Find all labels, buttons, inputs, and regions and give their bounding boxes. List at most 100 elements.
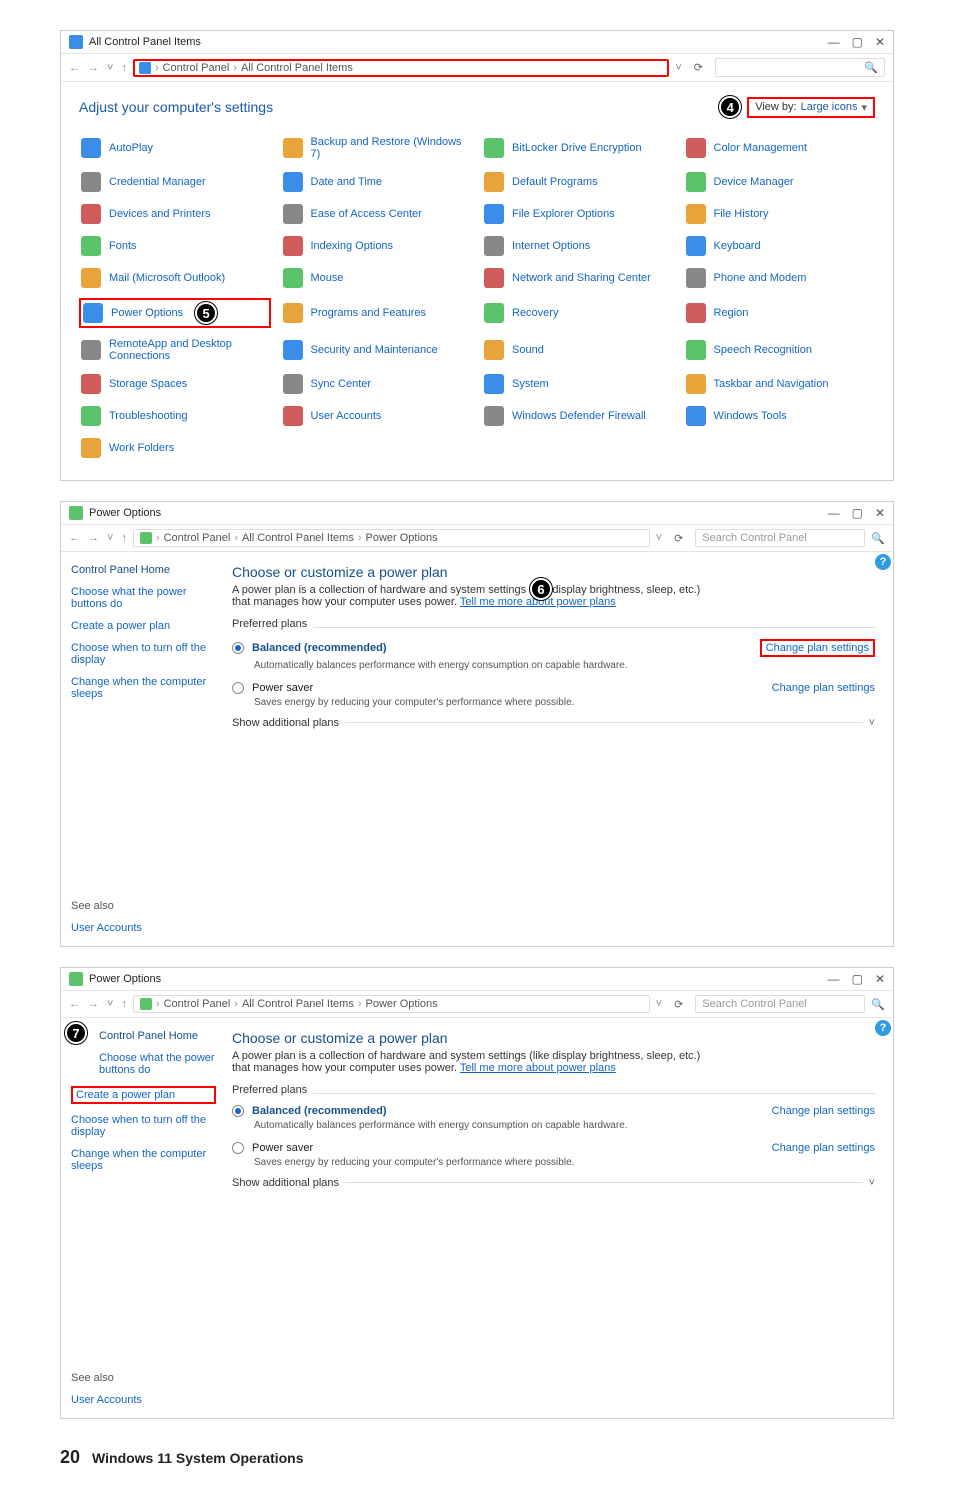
chevron-down-icon[interactable]: ˅ xyxy=(869,1177,875,1189)
sidebar-link[interactable]: Change when the computer sleeps xyxy=(71,676,216,700)
refresh-button[interactable]: ⟳ xyxy=(668,530,689,547)
close-button[interactable]: ✕ xyxy=(875,35,885,49)
radio-balanced[interactable] xyxy=(232,1105,244,1117)
search-input[interactable]: Search Control Panel xyxy=(695,529,865,547)
breadcrumb-dropdown[interactable]: ˅ xyxy=(656,998,662,1010)
breadcrumb-segment[interactable]: All Control Panel Items xyxy=(242,532,354,544)
breadcrumb[interactable]: › Control Panel › All Control Panel Item… xyxy=(133,995,650,1013)
minimize-button[interactable]: — xyxy=(828,35,840,49)
radio-power-saver[interactable] xyxy=(232,1142,244,1154)
sidebar-link[interactable]: Create a power plan xyxy=(71,620,216,632)
control-panel-item[interactable]: Internet Options xyxy=(482,234,674,258)
breadcrumb-segment[interactable]: Power Options xyxy=(366,532,438,544)
control-panel-item[interactable]: AutoPlay xyxy=(79,134,271,162)
recent-locations-button[interactable]: ˅ xyxy=(107,532,113,544)
plan-balanced[interactable]: Balanced (recommended) xyxy=(252,642,752,654)
up-button[interactable]: ↑ xyxy=(121,532,127,544)
control-panel-item[interactable]: Devices and Printers xyxy=(79,202,271,226)
forward-button[interactable]: → xyxy=(88,532,99,544)
control-panel-item[interactable]: Recovery xyxy=(482,298,674,328)
close-button[interactable]: ✕ xyxy=(875,506,885,520)
control-panel-item[interactable]: Work Folders xyxy=(79,436,271,460)
view-by-dropdown[interactable]: View by: Large icons ▾ xyxy=(747,97,875,118)
up-button[interactable]: ↑ xyxy=(121,998,127,1010)
search-input[interactable]: Search Control Panel xyxy=(695,995,865,1013)
breadcrumb[interactable]: › Control Panel › All Control Panel Item… xyxy=(133,529,650,547)
maximize-button[interactable]: ▢ xyxy=(852,35,863,49)
breadcrumb-segment[interactable]: All Control Panel Items xyxy=(241,62,353,74)
control-panel-item[interactable]: BitLocker Drive Encryption xyxy=(482,134,674,162)
control-panel-item[interactable]: RemoteApp and Desktop Connections xyxy=(79,336,271,364)
sidebar-home[interactable]: Control Panel Home xyxy=(99,1030,216,1042)
control-panel-item[interactable]: Speech Recognition xyxy=(684,336,876,364)
sidebar-home[interactable]: Control Panel Home xyxy=(71,564,216,576)
control-panel-item[interactable]: Phone and Modem xyxy=(684,266,876,290)
control-panel-item[interactable]: Sync Center xyxy=(281,372,473,396)
control-panel-item[interactable]: Indexing Options xyxy=(281,234,473,258)
sidebar-link[interactable]: Choose when to turn off the display xyxy=(71,642,216,666)
minimize-button[interactable]: — xyxy=(828,972,840,986)
change-plan-settings-link[interactable]: Change plan settings xyxy=(772,1105,875,1117)
back-button[interactable]: ← xyxy=(69,998,80,1010)
control-panel-item[interactable]: Fonts xyxy=(79,234,271,258)
control-panel-item[interactable]: File Explorer Options xyxy=(482,202,674,226)
control-panel-item[interactable]: Color Management xyxy=(684,134,876,162)
sidebar-link-user-accounts[interactable]: User Accounts xyxy=(71,922,216,934)
control-panel-item[interactable]: Date and Time xyxy=(281,170,473,194)
recent-locations-button[interactable]: ˅ xyxy=(107,62,113,74)
sidebar-link-user-accounts[interactable]: User Accounts xyxy=(71,1394,216,1406)
control-panel-item[interactable]: Programs and Features xyxy=(281,298,473,328)
sidebar-link[interactable]: Choose what the power buttons do xyxy=(71,586,216,610)
sidebar-link[interactable]: Choose what the power buttons do xyxy=(99,1052,216,1076)
refresh-button[interactable]: ⟳ xyxy=(688,59,709,76)
control-panel-item[interactable]: Region xyxy=(684,298,876,328)
maximize-button[interactable]: ▢ xyxy=(852,506,863,520)
plan-power-saver[interactable]: Power saver xyxy=(252,682,764,694)
close-button[interactable]: ✕ xyxy=(875,972,885,986)
control-panel-item[interactable]: Backup and Restore (Windows 7) xyxy=(281,134,473,162)
forward-button[interactable]: → xyxy=(88,62,99,74)
control-panel-item[interactable]: Default Programs xyxy=(482,170,674,194)
breadcrumb-segment[interactable]: Control Panel xyxy=(164,998,231,1010)
sidebar-link-create-power-plan[interactable]: Create a power plan xyxy=(71,1086,216,1104)
radio-balanced[interactable] xyxy=(232,642,244,654)
breadcrumb-segment[interactable]: Control Panel xyxy=(164,532,231,544)
control-panel-item[interactable]: Taskbar and Navigation xyxy=(684,372,876,396)
control-panel-item[interactable]: Mouse xyxy=(281,266,473,290)
control-panel-item[interactable]: File History xyxy=(684,202,876,226)
forward-button[interactable]: → xyxy=(88,998,99,1010)
tell-me-more-link[interactable]: Tell me more about power plans xyxy=(460,1062,616,1074)
change-plan-settings-link[interactable]: Change plan settings xyxy=(772,682,875,694)
sidebar-link[interactable]: Change when the computer sleeps xyxy=(71,1148,216,1172)
control-panel-item[interactable]: System xyxy=(482,372,674,396)
breadcrumb-segment[interactable]: Control Panel xyxy=(163,62,230,74)
back-button[interactable]: ← xyxy=(69,62,80,74)
up-button[interactable]: ↑ xyxy=(121,62,127,74)
control-panel-item[interactable]: Windows Defender Firewall xyxy=(482,404,674,428)
control-panel-item[interactable]: Windows Tools xyxy=(684,404,876,428)
show-additional-plans[interactable]: Show additional plans xyxy=(232,717,339,729)
control-panel-item[interactable]: Mail (Microsoft Outlook) xyxy=(79,266,271,290)
control-panel-item[interactable]: Device Manager xyxy=(684,170,876,194)
breadcrumb-dropdown[interactable]: ˅ xyxy=(675,62,681,74)
control-panel-item[interactable]: Keyboard xyxy=(684,234,876,258)
control-panel-item[interactable]: Power Options5 xyxy=(79,298,271,328)
plan-balanced[interactable]: Balanced (recommended) xyxy=(252,1105,764,1117)
change-plan-settings-link[interactable]: Change plan settings xyxy=(772,1142,875,1154)
plan-power-saver[interactable]: Power saver xyxy=(252,1142,764,1154)
breadcrumb-dropdown[interactable]: ˅ xyxy=(656,532,662,544)
maximize-button[interactable]: ▢ xyxy=(852,972,863,986)
show-additional-plans[interactable]: Show additional plans xyxy=(232,1177,339,1189)
control-panel-item[interactable]: User Accounts xyxy=(281,404,473,428)
sidebar-link[interactable]: Choose when to turn off the display xyxy=(71,1114,216,1138)
chevron-down-icon[interactable]: ˅ xyxy=(869,717,875,729)
control-panel-item[interactable]: Ease of Access Center xyxy=(281,202,473,226)
control-panel-item[interactable]: Storage Spaces xyxy=(79,372,271,396)
back-button[interactable]: ← xyxy=(69,532,80,544)
recent-locations-button[interactable]: ˅ xyxy=(107,998,113,1010)
breadcrumb-segment[interactable]: All Control Panel Items xyxy=(242,998,354,1010)
control-panel-item[interactable]: Credential Manager xyxy=(79,170,271,194)
refresh-button[interactable]: ⟳ xyxy=(668,996,689,1013)
control-panel-item[interactable]: Troubleshooting xyxy=(79,404,271,428)
radio-power-saver[interactable] xyxy=(232,682,244,694)
